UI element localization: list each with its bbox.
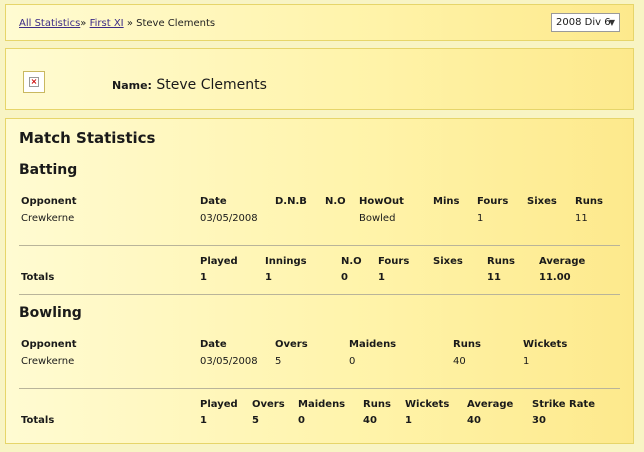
batting-cell-howout: Bowled [359,213,396,224]
season-select[interactable]: 2008 Div 6 ▼ [551,13,620,32]
player-photo: × [23,71,45,93]
bowling-totals-label: Totals [21,415,55,426]
batting-title: Batting [19,162,78,178]
breadcrumb-separator: » [80,18,87,29]
bowling-totals-col-strike-rate: Strike Rate [532,399,595,410]
batting-cell-fours: 1 [477,213,484,224]
breadcrumb-link-all-statistics[interactable]: All Statistics [19,18,80,29]
player-panel: × Name: Steve Clements [5,48,634,110]
divider [19,294,620,295]
bowling-col-date: Date [200,339,227,350]
batting-cell-runs: 11 [575,213,588,224]
batting-totals-col-fours: Fours [378,256,410,267]
chevron-down-icon: ▼ [608,18,615,27]
batting-cell-opponent: Crewkerne [21,213,75,224]
bowling-totals-overs: 5 [252,415,259,426]
bowling-cell-runs: 40 [453,356,466,367]
batting-totals-innings: 1 [265,272,272,283]
table-row: Crewkerne 03/05/2008 5 0 40 1 [6,356,635,370]
bowling-totals-col-wickets: Wickets [405,399,450,410]
name-label: Name: [112,79,152,92]
bowling-totals-col-average: Average [467,399,514,410]
batting-col-no: N.O [325,196,346,207]
bowling-col-maidens: Maidens [349,339,397,350]
batting-totals-fours: 1 [378,272,385,283]
batting-col-howout: HowOut [359,196,404,207]
bowling-totals-col-overs: Overs [252,399,285,410]
batting-col-sixes: Sixes [527,196,557,207]
table-row: Crewkerne 03/05/2008 Bowled 1 11 [6,213,635,227]
batting-totals-col-no: N.O [341,256,362,267]
batting-totals-no: 0 [341,272,348,283]
bowling-cell-wickets: 1 [523,356,530,367]
batting-totals-row: Totals 1 1 0 1 11 11.00 [6,272,635,286]
batting-totals-col-played: Played [200,256,238,267]
breadcrumb-link-first-xi[interactable]: First XI [90,18,124,29]
breadcrumb-separator: » [126,18,133,29]
breadcrumb-panel: All Statistics» First XI » Steve Clement… [5,4,634,41]
season-select-value: 2008 Div 6 [556,17,611,28]
bowling-totals-runs: 40 [363,415,377,426]
match-statistics-title: Match Statistics [19,129,156,147]
bowling-col-opponent: Opponent [21,339,77,350]
batting-totals-played: 1 [200,272,207,283]
bowling-totals-row: Totals 1 5 0 40 1 40 30 [6,415,635,429]
bowling-totals-wickets: 1 [405,415,412,426]
bowling-totals-col-maidens: Maidens [298,399,346,410]
bowling-totals-header-row: Played Overs Maidens Runs Wickets Averag… [6,399,635,413]
batting-totals-col-average: Average [539,256,586,267]
player-name: Steve Clements [156,77,267,93]
bowling-col-runs: Runs [453,339,481,350]
player-name-row: Name: Steve Clements [112,77,267,93]
batting-col-date: Date [200,196,227,207]
batting-totals-average: 11.00 [539,272,571,283]
divider [19,388,620,389]
batting-totals-header-row: Played Innings N.O Fours Sixes Runs Aver… [6,256,635,270]
bowling-cell-date: 03/05/2008 [200,356,258,367]
breadcrumb-current: Steve Clements [136,18,216,29]
batting-cell-date: 03/05/2008 [200,213,258,224]
bowling-header-row: Opponent Date Overs Maidens Runs Wickets [6,339,635,353]
bowling-totals-average: 40 [467,415,481,426]
bowling-cell-opponent: Crewkerne [21,356,75,367]
bowling-cell-maidens: 0 [349,356,356,367]
match-statistics-panel: Match Statistics Batting Opponent Date D… [5,118,634,444]
batting-header-row: Opponent Date D.N.B N.O HowOut Mins Four… [6,196,635,210]
divider [19,245,620,246]
broken-image-icon: × [29,77,39,87]
bowling-totals-maidens: 0 [298,415,305,426]
bowling-totals-played: 1 [200,415,207,426]
batting-col-opponent: Opponent [21,196,77,207]
batting-col-mins: Mins [433,196,460,207]
bowling-totals-strike-rate: 30 [532,415,546,426]
bowling-cell-overs: 5 [275,356,282,367]
bowling-totals-col-played: Played [200,399,238,410]
batting-col-runs: Runs [575,196,603,207]
batting-col-dnb: D.N.B [275,196,307,207]
bowling-title: Bowling [19,305,82,321]
batting-totals-col-sixes: Sixes [433,256,463,267]
batting-totals-runs: 11 [487,272,501,283]
bowling-totals-col-runs: Runs [363,399,391,410]
batting-totals-col-innings: Innings [265,256,307,267]
breadcrumb: All Statistics» First XI » Steve Clement… [19,18,215,29]
bowling-col-overs: Overs [275,339,308,350]
batting-totals-col-runs: Runs [487,256,515,267]
batting-totals-label: Totals [21,272,55,283]
bowling-col-wickets: Wickets [523,339,568,350]
batting-col-fours: Fours [477,196,509,207]
